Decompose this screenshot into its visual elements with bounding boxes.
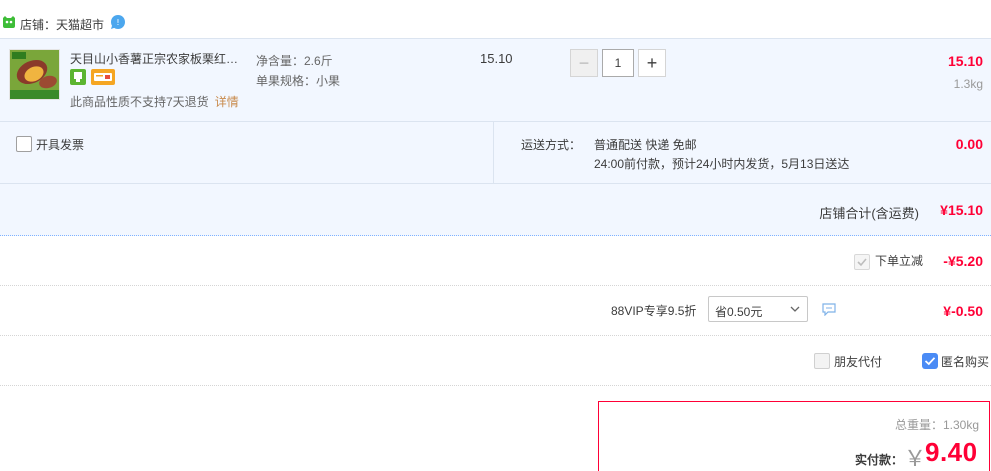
unit-price: 15.10 (480, 51, 513, 66)
delivery-label: 运送方式： (521, 138, 582, 152)
payment-options-row: 朋友代付 匿名购买 (0, 336, 991, 386)
payment-currency: ￥ (904, 446, 927, 471)
payment-label: 实付款： (855, 453, 904, 467)
item-weight: 1.3kg (953, 77, 983, 91)
vip-discount-select[interactable]: 省0.50元 (708, 296, 808, 322)
sweet-potato-image (10, 50, 59, 99)
invoice-checkbox[interactable] (16, 136, 32, 152)
shop-header: 店铺：天猫超市 ! (0, 0, 991, 38)
product-attr-spec: 单果规格：小果 (256, 74, 341, 88)
divider (493, 122, 494, 184)
shop-total-label: 店铺合计(含运费) (819, 206, 919, 221)
vip-discount-value: ¥-0.50 (943, 303, 983, 319)
message-icon[interactable] (822, 303, 836, 316)
payment-amount: 9.40 (925, 437, 978, 467)
anonymous-purchase-checkbox[interactable] (922, 353, 938, 369)
delivery-method: 普通配送 快递 免邮 (594, 138, 697, 152)
friend-pay-checkbox[interactable] (814, 353, 830, 369)
quantity-increase-button[interactable]: + (638, 49, 666, 77)
instant-discount-row: 下单立减 -¥5.20 (0, 236, 991, 286)
check-icon (924, 357, 936, 366)
tmall-cat-icon (3, 16, 15, 28)
invoice-delivery-row: 开具发票 运送方式： 普通配送 快递 免邮 24:00前付款，预计24小时内发货… (0, 122, 991, 184)
check-icon (857, 258, 867, 267)
delivery-fee: 0.00 (955, 136, 983, 152)
quantity-decrease-button[interactable]: − (570, 49, 598, 77)
delivery-estimate: 24:00前付款，预计24小时内发货，5月13日送达 (594, 157, 850, 171)
product-title[interactable]: 天目山小香薯正宗农家板栗红薯… (70, 50, 248, 67)
anonymous-purchase-label[interactable]: 匿名购买 (941, 353, 989, 370)
item-subtotal: 15.10 (947, 53, 983, 69)
payment-summary-box: 总重量：1.30kg 实付款： ￥ 9.40 (598, 401, 990, 471)
total-weight: 总重量：1.30kg (894, 418, 979, 432)
invoice-label[interactable]: 开具发票 (36, 136, 84, 153)
instant-discount-value: -¥5.20 (943, 253, 983, 269)
shop-total-row: 店铺合计(含运费) ¥15.10 (0, 184, 991, 236)
order-item-row: 天目山小香薯正宗农家板栗红薯… 此商品性质不支持7天退货 详情 净含量：2.6斤 … (0, 38, 991, 122)
product-thumbnail[interactable] (9, 49, 60, 100)
vip-discount-label: 88VIP专享9.5折 (611, 304, 697, 318)
card-badge-icon (91, 69, 115, 85)
svg-text:!: ! (116, 18, 119, 27)
return-policy-text: 此商品性质不支持7天退货 (70, 95, 209, 109)
store-badge-icon (70, 69, 86, 85)
product-attr-net-weight: 净含量：2.6斤 (256, 54, 333, 68)
friend-pay-label[interactable]: 朋友代付 (834, 353, 882, 370)
quantity-input[interactable]: 1 (602, 49, 634, 77)
return-policy-note: 此商品性质不支持7天退货 详情 (70, 93, 239, 110)
chat-bubble-icon[interactable]: ! (110, 14, 126, 30)
vip-discount-row: 88VIP专享9.5折 省0.50元 ¥-0.50 (0, 286, 991, 336)
shop-total-value: ¥15.10 (940, 202, 983, 218)
vip-discount-select-value: 省0.50元 (715, 305, 763, 319)
chevron-down-icon (790, 306, 800, 312)
return-policy-detail-link[interactable]: 详情 (215, 95, 239, 109)
instant-discount-label: 下单立减 (875, 254, 924, 268)
instant-discount-checkbox[interactable] (854, 254, 870, 270)
shop-name[interactable]: 店铺：天猫超市 (20, 16, 104, 33)
quantity-stepper: − 1 + (570, 49, 666, 77)
